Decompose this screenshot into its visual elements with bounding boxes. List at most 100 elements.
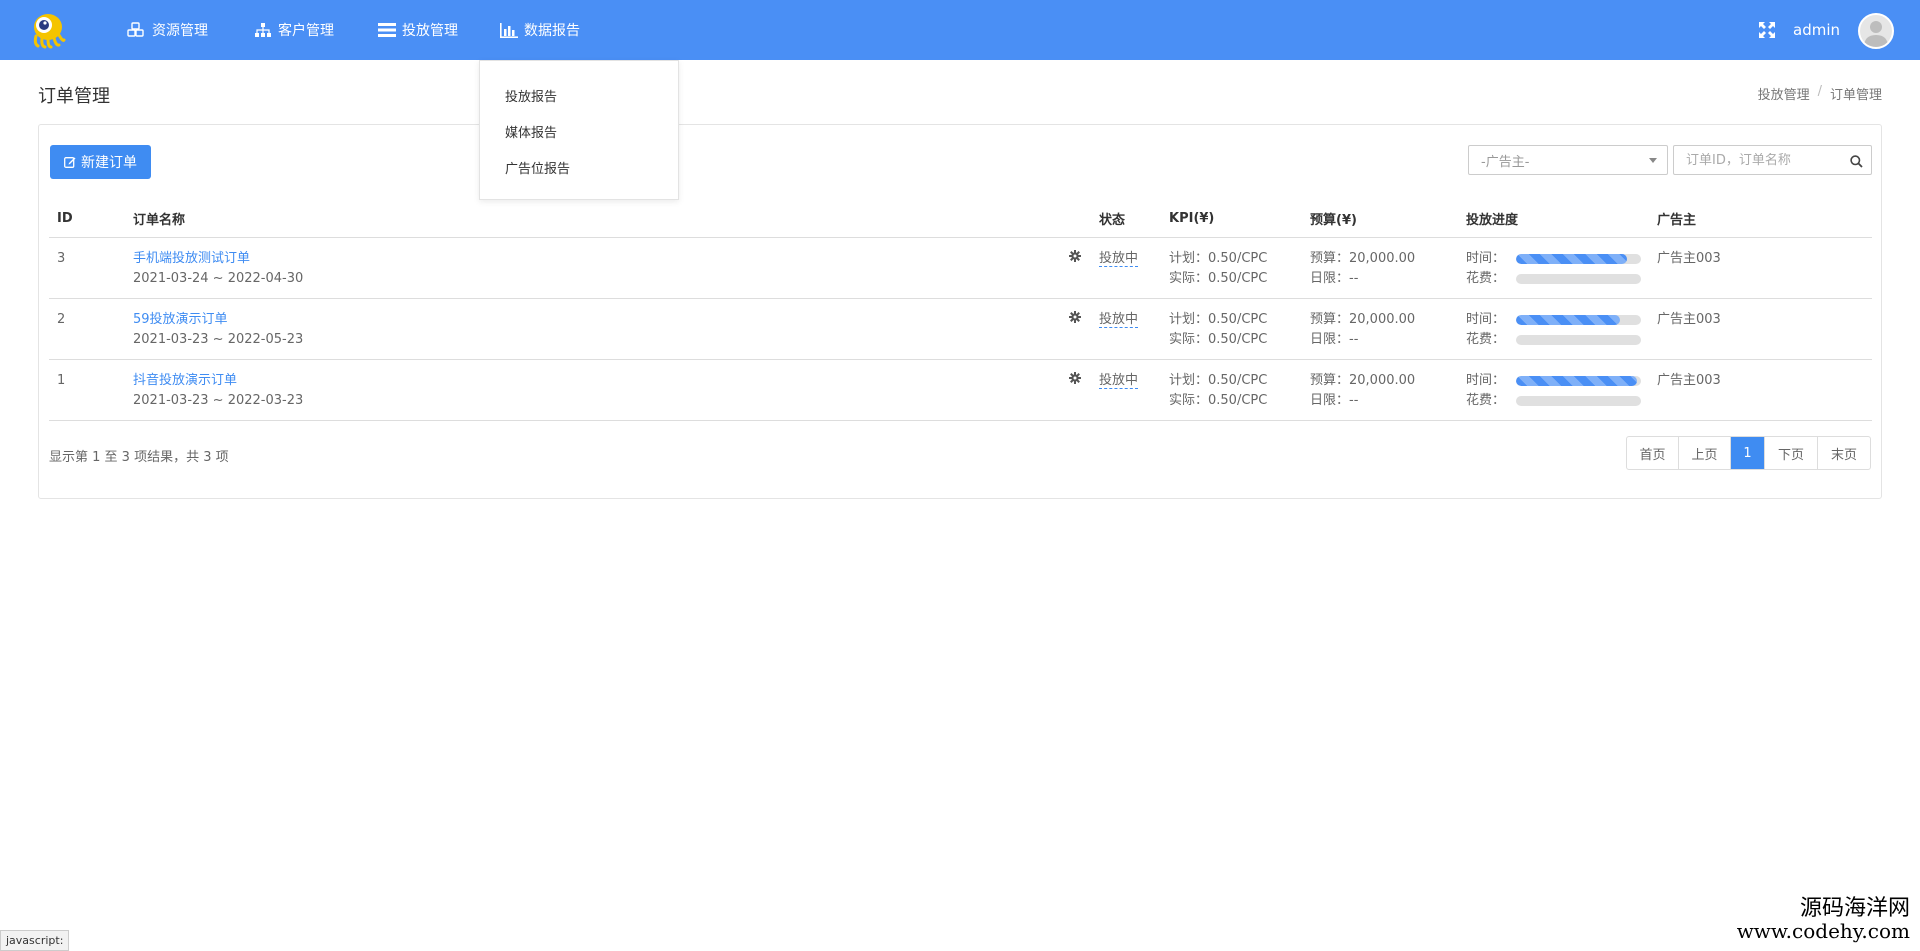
gear-icon[interactable] — [1069, 249, 1081, 262]
time-progress-row: 时间： — [1466, 371, 1641, 391]
cell-advertiser: 广告主003 — [1649, 237, 1872, 299]
cell-status: 投放中 — [1091, 298, 1161, 360]
breadcrumb: 投放管理 / 订单管理 — [1758, 84, 1882, 103]
status-badge[interactable]: 投放中 — [1099, 250, 1139, 267]
cell-settings — [1061, 237, 1091, 299]
new-order-button[interactable]: 新建订单 — [50, 145, 151, 179]
breadcrumb-item-delivery[interactable]: 投放管理 — [1758, 84, 1810, 103]
new-order-label: 新建订单 — [81, 155, 137, 171]
menu-item-delivery-report[interactable]: 投放报告 — [505, 86, 557, 105]
page-next-button[interactable]: 下页 — [1765, 437, 1818, 469]
gear-icon[interactable] — [1069, 310, 1081, 323]
gear-icon[interactable] — [1069, 371, 1081, 384]
kpi-plan: 计划：0.50/CPC — [1169, 250, 1268, 266]
search-field — [1673, 145, 1872, 175]
cell-progress: 时间： 花费： — [1458, 298, 1649, 360]
cell-kpi: 计划：0.50/CPC 实际：0.50/CPC — [1161, 237, 1302, 299]
bar-chart-icon — [500, 22, 518, 38]
watermark-line2: www.codehy.com — [1736, 919, 1910, 943]
page-first-button[interactable]: 首页 — [1627, 437, 1679, 469]
caret-down-icon — [1649, 158, 1657, 163]
cell-progress: 时间： 花费： — [1458, 359, 1649, 421]
table-row: 3 手机端投放测试订单 2021-03-24 ~ 2022-04-30 投放中 … — [49, 237, 1872, 299]
cell-kpi: 计划：0.50/CPC 实际：0.50/CPC — [1161, 359, 1302, 421]
header-id[interactable]: ID — [49, 201, 125, 238]
nav-label: 客户管理 — [278, 23, 334, 39]
page-number-button[interactable]: 1 — [1731, 437, 1765, 469]
order-dates: 2021-03-23 ~ 2022-05-23 — [133, 331, 304, 347]
cell-id: 1 — [49, 359, 125, 421]
spend-label: 花费： — [1466, 392, 1506, 408]
search-icon[interactable] — [1850, 155, 1863, 168]
page-title: 订单管理 — [38, 86, 110, 107]
advertiser-select-value: -广告主- — [1481, 154, 1530, 170]
nav-data-report[interactable]: 数据报告 — [500, 0, 580, 60]
page-last-button[interactable]: 末页 — [1818, 437, 1870, 469]
spend-progress-bar — [1516, 273, 1641, 284]
octopus-logo-icon[interactable] — [28, 10, 68, 50]
avatar[interactable] — [1858, 13, 1894, 49]
header-advertiser: 广告主 — [1649, 201, 1872, 238]
cell-name: 59投放演示订单 2021-03-23 ~ 2022-05-23 — [125, 298, 1061, 360]
order-name-link[interactable]: 59投放演示订单 — [133, 310, 1053, 330]
spend-label: 花费： — [1466, 270, 1506, 286]
table-row: 1 抖音投放演示订单 2021-03-23 ~ 2022-03-23 投放中 计… — [49, 359, 1872, 421]
spend-progress-row: 花费： — [1466, 330, 1641, 350]
header-progress: 投放进度 — [1458, 201, 1649, 238]
nav-label: 投放管理 — [402, 23, 458, 39]
cell-progress: 时间： 花费： — [1458, 237, 1649, 299]
cell-kpi: 计划：0.50/CPC 实际：0.50/CPC — [1161, 298, 1302, 360]
daily-limit: 日限：-- — [1310, 270, 1359, 286]
expand-icon[interactable] — [1758, 21, 1776, 39]
kpi-plan: 计划：0.50/CPC — [1169, 372, 1268, 388]
time-progress-row: 时间： — [1466, 249, 1641, 269]
cell-name: 手机端投放测试订单 2021-03-24 ~ 2022-04-30 — [125, 237, 1061, 299]
cell-id: 3 — [49, 237, 125, 299]
time-label: 时间： — [1466, 250, 1506, 266]
order-dates: 2021-03-23 ~ 2022-03-23 — [133, 392, 304, 408]
status-badge[interactable]: 投放中 — [1099, 311, 1139, 328]
username[interactable]: admin — [1793, 0, 1840, 60]
list-icon — [378, 23, 396, 37]
daily-limit: 日限：-- — [1310, 331, 1359, 347]
page-prev-button[interactable]: 上页 — [1679, 437, 1731, 469]
daily-limit: 日限：-- — [1310, 392, 1359, 408]
nav-label: 数据报告 — [524, 23, 580, 39]
kpi-actual: 实际：0.50/CPC — [1169, 392, 1268, 408]
time-progress-fill — [1516, 375, 1638, 386]
orders-card: 新建订单 -广告主- ID 订单名称 状态 KPI(¥) 预算(¥) 投放进度 … — [38, 124, 1882, 499]
browser-status-bar: javascript: — [0, 930, 70, 951]
spend-progress-bar — [1516, 334, 1641, 345]
time-progress-bar — [1516, 253, 1641, 264]
nav-delivery-management[interactable]: 投放管理 — [378, 0, 458, 60]
data-report-dropdown: 投放报告 媒体报告 广告位报告 — [479, 60, 679, 200]
advertiser-select[interactable]: -广告主- — [1468, 145, 1668, 175]
search-input[interactable] — [1686, 152, 1846, 168]
cell-status: 投放中 — [1091, 359, 1161, 421]
menu-item-adslot-report[interactable]: 广告位报告 — [505, 158, 570, 177]
order-dates: 2021-03-24 ~ 2022-04-30 — [133, 270, 304, 286]
time-progress-bar — [1516, 375, 1641, 386]
status-badge[interactable]: 投放中 — [1099, 372, 1139, 389]
table-row: 2 59投放演示订单 2021-03-23 ~ 2022-05-23 投放中 计… — [49, 298, 1872, 360]
cell-advertiser: 广告主003 — [1649, 298, 1872, 360]
order-name-link[interactable]: 手机端投放测试订单 — [133, 249, 1053, 269]
nav-label: 资源管理 — [152, 23, 208, 39]
budget-value: 预算：20,000.00 — [1310, 311, 1416, 327]
table-header-row: ID 订单名称 状态 KPI(¥) 预算(¥) 投放进度 广告主 — [49, 201, 1872, 238]
spend-label: 花费： — [1466, 331, 1506, 347]
order-name-link[interactable]: 抖音投放演示订单 — [133, 371, 1053, 391]
breadcrumb-separator: / — [1817, 84, 1822, 99]
cubes-icon — [126, 22, 146, 38]
cell-id: 2 — [49, 298, 125, 360]
watermark: 源码海洋网 www.codehy.com — [1736, 898, 1910, 943]
cell-advertiser: 广告主003 — [1649, 359, 1872, 421]
nav-customer-management[interactable]: 客户管理 — [254, 0, 334, 60]
time-label: 时间： — [1466, 311, 1506, 327]
cell-budget: 预算：20,000.00 日限：-- — [1302, 359, 1458, 421]
spend-progress-bar — [1516, 395, 1641, 406]
header-settings — [1061, 201, 1091, 238]
menu-item-media-report[interactable]: 媒体报告 — [505, 122, 557, 141]
header-name: 订单名称 — [125, 201, 1061, 238]
nav-resource-management[interactable]: 资源管理 — [126, 0, 208, 60]
